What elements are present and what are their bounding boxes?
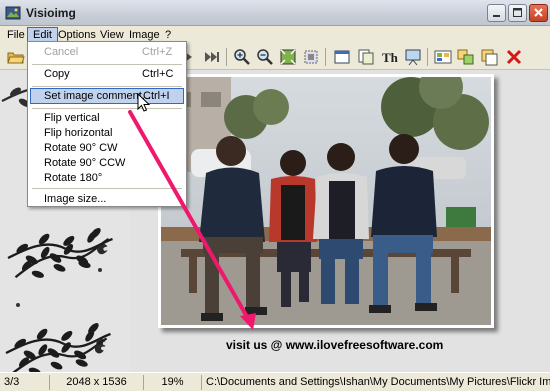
menu-item-image-size[interactable]: Image size... xyxy=(30,191,184,207)
thumbnails-icon[interactable]: Th xyxy=(381,48,399,66)
close-button[interactable] xyxy=(529,4,548,22)
zoom-out-icon[interactable] xyxy=(256,48,274,66)
last-icon[interactable] xyxy=(202,48,220,66)
photo-frame xyxy=(158,74,494,328)
zoom-in-icon[interactable] xyxy=(233,48,251,66)
convert-icon[interactable] xyxy=(457,48,475,66)
close-icon xyxy=(534,8,543,17)
maximize-icon xyxy=(513,8,522,17)
menu-file[interactable]: File xyxy=(2,27,30,43)
menu-separator xyxy=(32,188,182,189)
image-dimensions: 2048 x 1536 xyxy=(50,375,144,390)
minimize-icon xyxy=(493,15,500,17)
delete-icon[interactable] xyxy=(505,48,523,66)
menu-item-rotate-cw[interactable]: Rotate 90° CW xyxy=(30,140,184,156)
toolbar-separator xyxy=(325,48,326,66)
menu-item-flip-horizontal[interactable]: Flip horizontal xyxy=(30,125,184,141)
toolbar-separator xyxy=(427,48,428,66)
fit-icon[interactable] xyxy=(279,48,297,66)
menu-item-flip-vertical[interactable]: Flip vertical xyxy=(30,110,184,126)
maximize-button[interactable] xyxy=(508,4,527,22)
open-folder-icon[interactable] xyxy=(7,48,25,66)
group-photo xyxy=(161,77,491,325)
menu-item-rotate-ccw[interactable]: Rotate 90° CCW xyxy=(30,155,184,171)
menu-item-copy[interactable]: Copy Ctrl+C xyxy=(30,66,184,82)
status-bar: 3/3 2048 x 1536 19% C:\Documents and Set… xyxy=(0,372,550,391)
batch-icon[interactable] xyxy=(480,48,498,66)
actual-size-icon[interactable] xyxy=(302,48,320,66)
image-index: 3/3 xyxy=(0,375,50,390)
menu-item-rotate-180[interactable]: Rotate 180° xyxy=(30,170,184,186)
file-path: C:\Documents and Settings\Ishan\My Docum… xyxy=(206,376,550,388)
app-icon xyxy=(5,6,21,20)
minimize-button[interactable] xyxy=(487,4,506,22)
window-title: Visioimg xyxy=(26,6,76,20)
window-icon[interactable] xyxy=(333,48,351,66)
menu-separator xyxy=(32,64,182,65)
toolbar-separator xyxy=(226,48,227,66)
menu-separator xyxy=(32,108,182,109)
gallery-icon[interactable] xyxy=(434,48,452,66)
menu-item-cancel[interactable]: Cancel Ctrl+Z xyxy=(30,44,184,60)
mouse-cursor-icon xyxy=(137,93,151,112)
website-caption: visit us @ www.ilovefreesoftware.com xyxy=(226,338,444,352)
copy-icon[interactable] xyxy=(357,48,375,66)
svg-text:Th: Th xyxy=(382,50,399,65)
menu-item-set-image-comment[interactable]: Set image comment... Ctrl+I xyxy=(30,88,184,104)
edit-menu-dropdown: Cancel Ctrl+Z Copy Ctrl+C Set image comm… xyxy=(27,41,187,207)
title-bar: Visioimg xyxy=(0,0,550,26)
menu-separator xyxy=(32,86,182,87)
zoom-level: 19% xyxy=(144,375,202,390)
slideshow-icon[interactable] xyxy=(404,48,422,66)
